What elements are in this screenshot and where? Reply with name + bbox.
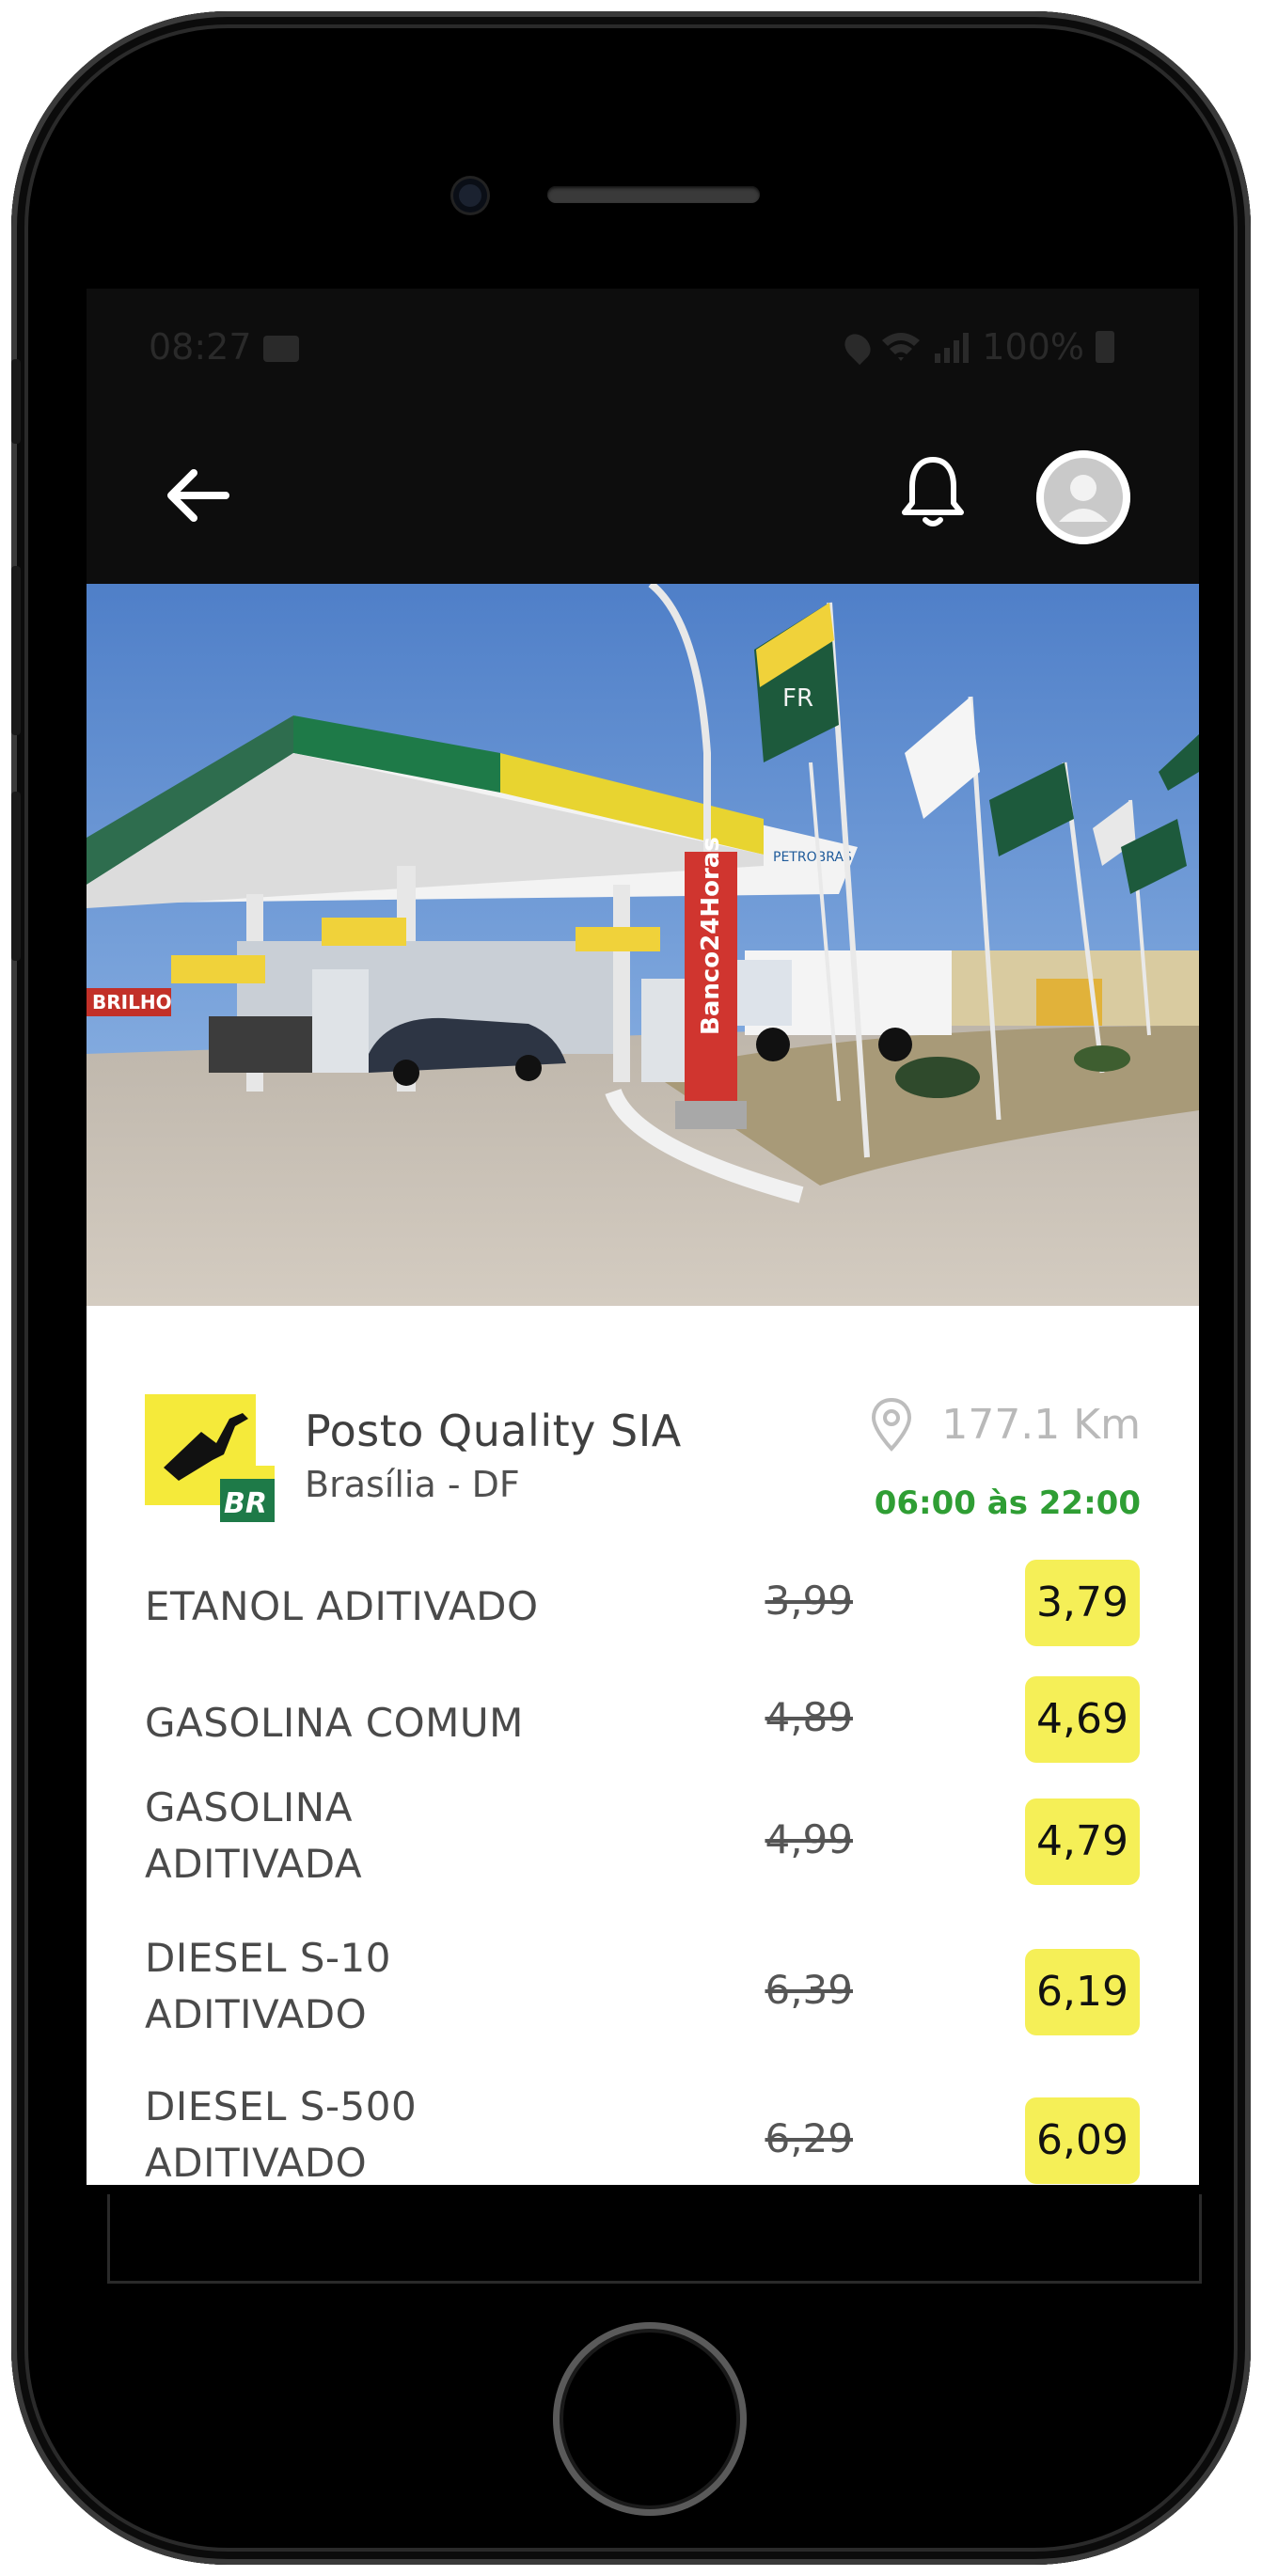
fuel-name: ETANOL ADITIVADO — [145, 1579, 539, 1635]
fuel-name-line: ADITIVADO — [145, 1991, 368, 2037]
volume-down-button — [11, 792, 21, 961]
new-price-badge: 3,79 — [1025, 1560, 1140, 1646]
fuel-price-row: GASOLINA ADITIVADA 4,99 4,79 — [145, 1780, 1140, 1902]
distance-info[interactable]: 177.1 Km — [868, 1396, 1141, 1453]
status-indicators: 100% — [840, 326, 1114, 368]
app-bar — [87, 411, 1199, 584]
fuel-name-line: ADITIVADO — [145, 2140, 368, 2185]
front-camera — [453, 179, 487, 212]
battery-percent: 100% — [982, 326, 1084, 368]
fuel-name-line: ETANOL ADITIVADO — [145, 1583, 539, 1629]
gas-station-illustration: PETROBRAS BRILHO Banco24Horas FR — [87, 584, 1199, 1306]
battery-icon — [1096, 331, 1114, 363]
station-photo: PETROBRAS BRILHO Banco24Horas FR — [87, 584, 1199, 1306]
br-fuel-brand-logo: BR — [145, 1394, 275, 1522]
earpiece-speaker — [547, 186, 760, 203]
station-name: Posto Quality SIA — [305, 1406, 682, 1456]
wifi-icon — [882, 333, 921, 361]
old-price: 6,39 — [765, 1967, 853, 2013]
fuel-name-line: GASOLINA COMUM — [145, 1700, 524, 1746]
station-city: Brasília - DF — [305, 1464, 520, 1505]
message-notification-icon — [263, 336, 299, 362]
old-price: 6,29 — [765, 2115, 853, 2161]
side-button — [11, 359, 21, 444]
station-details-card: BR Posto Quality SIA Brasília - DF 177.1… — [87, 1306, 1199, 2185]
old-price: 3,99 — [765, 1578, 853, 1624]
fuel-price-row: DIESEL S-10 ADITIVADO 6,39 6,19 — [145, 1930, 1140, 2052]
screen-bezel-bottom — [107, 2194, 1202, 2284]
fuel-price-row: ETANOL ADITIVADO 3,99 3,79 — [145, 1560, 1140, 1646]
profile-avatar-button[interactable] — [1036, 450, 1130, 544]
fuel-name: DIESEL S-500 ADITIVADO — [145, 2079, 417, 2185]
opening-hours: 06:00 às 22:00 — [874, 1484, 1141, 1522]
fuel-price-row: DIESEL S-500 ADITIVADO 6,29 6,09 — [145, 2079, 1140, 2185]
status-time: 08:27 — [149, 326, 252, 368]
new-price-badge: 6,19 — [1025, 1949, 1140, 2035]
brand-logo-text: BR — [224, 1487, 267, 1520]
back-button[interactable] — [160, 458, 235, 533]
new-price-badge: 4,79 — [1025, 1798, 1140, 1885]
fuel-name-line: ADITIVADA — [145, 1841, 363, 1887]
old-price: 4,89 — [765, 1694, 853, 1740]
pump-sign: Banco24Horas — [697, 837, 725, 1035]
bell-icon — [902, 457, 964, 526]
back-arrow-icon — [167, 469, 229, 522]
fuel-name-line: GASOLINA — [145, 1784, 353, 1830]
fuel-name-line: DIESEL S-500 — [145, 2083, 418, 2129]
flag-text: FR — [782, 684, 813, 713]
old-price: 4,99 — [765, 1816, 853, 1862]
volume-up-button — [11, 566, 21, 735]
app-screen: 08:27 100% PETROBRAS BRILHO Banco24Horas… — [87, 289, 1199, 2185]
side-sign: BRILHO — [92, 991, 172, 1013]
fuel-name-line: DIESEL S-10 — [145, 1935, 391, 1981]
fuel-price-row: GASOLINA COMUM 4,89 4,69 — [145, 1676, 1140, 1763]
status-bar: 08:27 100% — [87, 289, 1199, 411]
new-price-badge: 6,09 — [1025, 2097, 1140, 2184]
user-avatar-icon — [1036, 450, 1130, 544]
location-pin-icon — [872, 1397, 912, 1452]
location-status-icon — [840, 328, 876, 366]
fuel-name: GASOLINA COMUM — [145, 1695, 524, 1751]
fuel-name: DIESEL S-10 ADITIVADO — [145, 1930, 391, 2043]
home-button[interactable] — [553, 2322, 747, 2516]
notifications-button[interactable] — [893, 448, 972, 533]
new-price-badge: 4,69 — [1025, 1676, 1140, 1763]
distance-value: 177.1 Km — [941, 1400, 1141, 1449]
signal-icon — [935, 333, 970, 363]
fuel-name: GASOLINA ADITIVADA — [145, 1780, 362, 1893]
canopy-sign: PETROBRAS — [773, 850, 852, 865]
